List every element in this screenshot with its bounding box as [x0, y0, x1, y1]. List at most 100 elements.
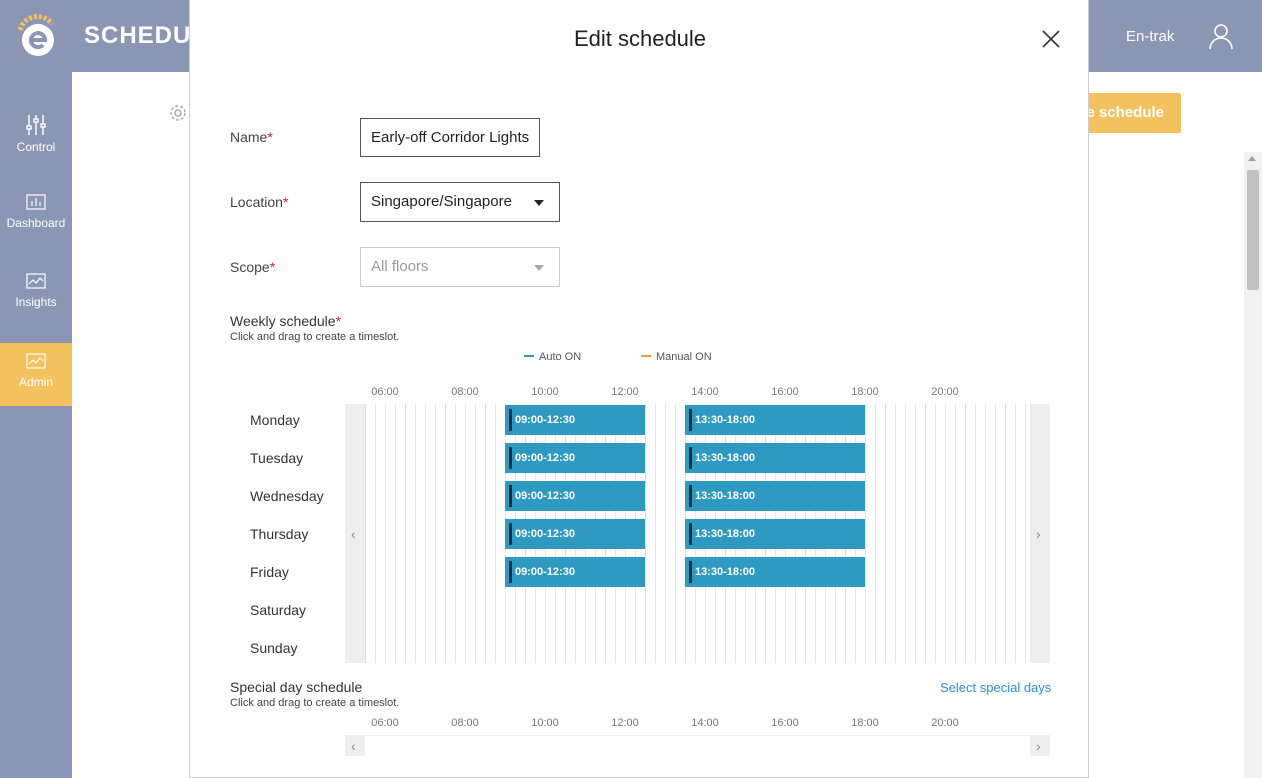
timeslot-resize-handle[interactable] — [689, 447, 692, 469]
scope-label: Scope* — [230, 259, 276, 275]
gear-icon[interactable] — [168, 103, 188, 123]
grid-line — [1005, 404, 1006, 663]
grid-line — [395, 404, 396, 663]
grid-line — [945, 404, 946, 663]
hour-tick-label: 18:00 — [851, 386, 879, 398]
timeslot[interactable]: 13:30-18:00 — [685, 557, 865, 587]
legend-swatch — [524, 355, 534, 358]
timeslot-label: 13:30-18:00 — [695, 414, 755, 426]
timeslot[interactable]: 13:30-18:00 — [685, 443, 865, 473]
timeslot[interactable]: 13:30-18:00 — [685, 481, 865, 511]
grid-line — [875, 404, 876, 663]
timeslot-resize-handle[interactable] — [509, 409, 512, 431]
grid-line — [375, 404, 376, 663]
timeslot[interactable]: 09:00-12:30 — [505, 405, 645, 435]
hour-tick-label: 06:00 — [371, 386, 399, 398]
timeslot[interactable]: 13:30-18:00 — [685, 519, 865, 549]
grid-line — [445, 404, 446, 663]
timeslot[interactable]: 13:30-18:00 — [685, 405, 865, 435]
timeslot-resize-handle[interactable] — [689, 409, 692, 431]
timeslot-label: 13:30-18:00 — [695, 490, 755, 502]
grid-line — [895, 404, 896, 663]
chevron-left-icon: ‹ — [351, 526, 356, 542]
sidebar-item-label: Dashboard — [6, 216, 66, 230]
hour-tick-label: 12:00 — [611, 386, 639, 398]
hour-tick-label: 14:00 — [691, 717, 719, 729]
hour-tick-label: 16:00 — [771, 386, 799, 398]
timeslot-resize-handle[interactable] — [509, 485, 512, 507]
hour-tick-label: 10:00 — [531, 717, 559, 729]
close-icon[interactable] — [1040, 28, 1062, 50]
chevron-left-icon: ‹ — [351, 738, 356, 754]
timeslot-resize-handle[interactable] — [509, 523, 512, 545]
hour-tick-label: 18:00 — [851, 717, 879, 729]
location-value: Singapore/Singapore — [371, 193, 512, 210]
grid-line — [385, 404, 386, 663]
special-day-grid[interactable]: ‹ › — [345, 735, 1050, 756]
grid-line — [975, 404, 976, 663]
sidebar-item-label: Admin — [18, 375, 53, 389]
grid-line — [455, 404, 456, 663]
hour-tick-label: 06:00 — [371, 717, 399, 729]
sidebar-item-insights[interactable]: Insights — [0, 263, 72, 326]
timeslot-label: 09:00-12:30 — [515, 490, 575, 502]
sidebar-item-admin[interactable]: Admin — [0, 343, 72, 406]
dashboard-icon — [26, 194, 46, 210]
grid-line — [495, 404, 496, 663]
scope-placeholder: All floors — [371, 258, 429, 275]
caret-down-icon — [534, 200, 544, 206]
legend-auto-on: Auto ON — [524, 351, 581, 363]
grid-prev-button[interactable]: ‹ — [345, 404, 365, 663]
timeslot-label: 13:30-18:00 — [695, 566, 755, 578]
timeslot[interactable]: 09:00-12:30 — [505, 443, 645, 473]
insights-icon — [26, 273, 46, 289]
timeslot[interactable]: 09:00-12:30 — [505, 557, 645, 587]
timeslot-label: 13:30-18:00 — [695, 452, 755, 464]
sidebar-item-control[interactable]: Control — [0, 104, 72, 167]
day-label-sunday: Sunday — [250, 640, 298, 656]
grid-line — [435, 404, 436, 663]
scope-select[interactable]: All floors — [360, 247, 560, 287]
sidebar: Control Dashboard Insights Admin — [0, 72, 72, 778]
hour-tick-label: 08:00 — [451, 386, 479, 398]
timeslot-resize-handle[interactable] — [689, 523, 692, 545]
user-name[interactable]: En-trak — [1126, 28, 1174, 45]
page-scrollbar-thumb[interactable] — [1247, 170, 1259, 290]
grid-line — [465, 404, 466, 663]
grid-line — [475, 404, 476, 663]
day-label-saturday: Saturday — [250, 602, 307, 618]
hour-tick-label: 14:00 — [691, 386, 719, 398]
timeslot[interactable]: 09:00-12:30 — [505, 481, 645, 511]
location-label: Location* — [230, 194, 289, 210]
user-icon[interactable] — [1208, 22, 1234, 50]
grid-line — [485, 404, 486, 663]
grid-line — [905, 404, 906, 663]
timeslot-resize-handle[interactable] — [689, 561, 692, 583]
location-select[interactable]: Singapore/Singapore — [360, 182, 560, 222]
modal-title: Edit schedule — [573, 26, 707, 51]
grid-next-button[interactable]: › — [1030, 404, 1050, 663]
timeslot[interactable]: 09:00-12:30 — [505, 519, 645, 549]
select-special-days-link[interactable]: Select special days — [940, 680, 1051, 695]
grid-line — [965, 404, 966, 663]
chevron-right-icon: › — [1036, 526, 1041, 542]
scroll-up-arrow-icon[interactable] — [1248, 156, 1256, 161]
name-field[interactable] — [360, 118, 540, 157]
chevron-right-icon: › — [1036, 738, 1041, 754]
special-next-button[interactable]: › — [1030, 736, 1050, 756]
sidebar-item-dashboard[interactable]: Dashboard — [0, 184, 72, 247]
grid-line — [865, 404, 866, 663]
day-label-friday: Friday — [250, 564, 289, 580]
special-prev-button[interactable]: ‹ — [345, 736, 365, 756]
legend-swatch — [641, 355, 651, 358]
timeslot-label: 13:30-18:00 — [695, 528, 755, 540]
timeslot-resize-handle[interactable] — [509, 561, 512, 583]
day-label-tuesday: Tuesday — [250, 450, 304, 466]
timeslot-resize-handle[interactable] — [689, 485, 692, 507]
sidebar-item-label: Control — [16, 140, 56, 154]
hour-tick-label: 20:00 — [931, 717, 959, 729]
hour-tick-label: 16:00 — [771, 717, 799, 729]
grid-line — [955, 404, 956, 663]
timeslot-resize-handle[interactable] — [509, 447, 512, 469]
grid-line — [415, 404, 416, 663]
